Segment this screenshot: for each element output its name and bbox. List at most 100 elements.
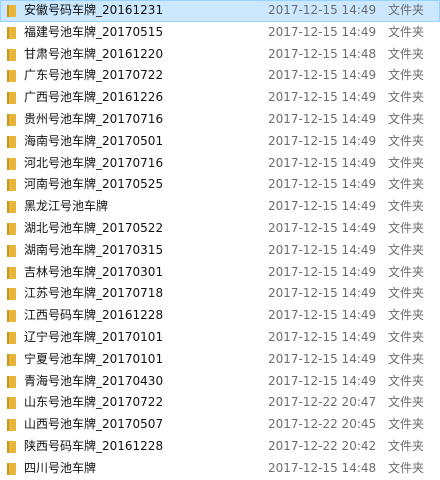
folder-icon <box>7 201 16 214</box>
file-row[interactable]: 宁夏号池车牌_20170101 2017-12-15 14:49 文件夹 <box>0 349 440 371</box>
file-row[interactable]: 福建号池车牌_20170515 2017-12-15 14:49 文件夹 <box>0 22 440 44</box>
modified-date: 2017-12-15 14:49 <box>268 111 377 126</box>
file-type: 文件夹 <box>388 220 425 235</box>
file-type: 文件夹 <box>388 111 425 126</box>
modified-date: 2017-12-15 14:49 <box>268 3 377 17</box>
modified-date: 2017-12-15 14:49 <box>268 90 377 105</box>
file-name: 河北号池车牌_20170716 <box>24 155 164 170</box>
file-type: 文件夹 <box>388 373 425 388</box>
folder-icon <box>7 331 16 344</box>
file-row[interactable]: 江苏号池车牌_20170718 2017-12-15 14:49 文件夹 <box>0 283 440 305</box>
file-type: 文件夹 <box>388 438 425 453</box>
modified-date: 2017-12-15 14:49 <box>268 133 377 148</box>
file-name: 辽宁号池车牌_20170101 <box>24 329 164 344</box>
folder-icon <box>7 375 16 388</box>
file-type: 文件夹 <box>388 46 425 61</box>
file-type: 文件夹 <box>388 133 425 148</box>
folder-icon <box>7 48 16 61</box>
modified-date: 2017-12-15 14:49 <box>268 329 377 344</box>
folder-icon <box>7 135 16 148</box>
modified-date: 2017-12-15 14:49 <box>268 177 377 192</box>
modified-date: 2017-12-15 14:49 <box>268 24 377 39</box>
file-row[interactable]: 山西号池车牌_20170507 2017-12-22 20:45 文件夹 <box>0 414 440 436</box>
file-type: 文件夹 <box>388 177 425 192</box>
file-name: 甘肃号池车牌_20161220 <box>24 46 164 61</box>
folder-icon <box>7 5 16 17</box>
file-row[interactable]: 贵州号池车牌_20170716 2017-12-15 14:49 文件夹 <box>0 109 440 131</box>
folder-icon <box>7 157 16 170</box>
modified-date: 2017-12-15 14:49 <box>268 199 377 214</box>
file-row[interactable]: 广西号池车牌_20161226 2017-12-15 14:49 文件夹 <box>0 87 440 109</box>
folder-icon <box>7 397 16 410</box>
file-name: 湖北号池车牌_20170522 <box>24 220 164 235</box>
file-row[interactable]: 青海号池车牌_20170430 2017-12-15 14:49 文件夹 <box>0 371 440 393</box>
file-row[interactable]: 黑龙江号池车牌 2017-12-15 14:49 文件夹 <box>0 196 440 218</box>
folder-icon <box>7 266 16 279</box>
file-name: 湖南号池车牌_20170315 <box>24 242 164 257</box>
file-row[interactable]: 陕西号码车牌_20161228 2017-12-22 20:42 文件夹 <box>0 436 440 458</box>
file-name: 安徽号码车牌_20161231 <box>24 3 164 17</box>
file-type: 文件夹 <box>388 155 425 170</box>
file-type: 文件夹 <box>388 351 425 366</box>
modified-date: 2017-12-15 14:48 <box>268 46 377 61</box>
file-row[interactable]: 河南号池车牌_20170525 2017-12-15 14:49 文件夹 <box>0 174 440 196</box>
folder-icon <box>7 462 16 475</box>
modified-date: 2017-12-15 14:49 <box>268 264 377 279</box>
file-row[interactable]: 湖北号池车牌_20170522 2017-12-15 14:49 文件夹 <box>0 218 440 240</box>
file-name: 江西号码车牌_20161228 <box>24 308 164 323</box>
file-name: 黑龙江号池车牌 <box>24 199 109 214</box>
modified-date: 2017-12-22 20:45 <box>268 417 377 432</box>
modified-date: 2017-12-22 20:42 <box>268 438 377 453</box>
file-type: 文件夹 <box>388 329 425 344</box>
file-name: 贵州号池车牌_20170716 <box>24 111 164 126</box>
file-row[interactable]: 甘肃号池车牌_20161220 2017-12-15 14:48 文件夹 <box>0 44 440 66</box>
file-row[interactable]: 安徽号码车牌_20161231 2017-12-15 14:49 文件夹 <box>0 0 440 22</box>
file-name: 河南号池车牌_20170525 <box>24 177 164 192</box>
file-row[interactable]: 吉林号池车牌_20170301 2017-12-15 14:49 文件夹 <box>0 262 440 284</box>
folder-icon <box>7 26 16 39</box>
file-name: 海南号池车牌_20170501 <box>24 133 164 148</box>
modified-date: 2017-12-15 14:49 <box>268 351 377 366</box>
file-row[interactable]: 河北号池车牌_20170716 2017-12-15 14:49 文件夹 <box>0 153 440 175</box>
file-name: 青海号池车牌_20170430 <box>24 373 164 388</box>
modified-date: 2017-12-15 14:49 <box>268 286 377 301</box>
file-name: 宁夏号池车牌_20170101 <box>24 351 164 366</box>
file-name: 四川号池车牌 <box>24 460 97 475</box>
file-row[interactable]: 江西号码车牌_20161228 2017-12-15 14:49 文件夹 <box>0 305 440 327</box>
file-name: 福建号池车牌_20170515 <box>24 24 164 39</box>
file-type: 文件夹 <box>388 3 425 17</box>
folder-icon <box>7 179 16 192</box>
file-name: 广东号池车牌_20170722 <box>24 68 164 83</box>
folder-icon <box>7 288 16 301</box>
modified-date: 2017-12-22 20:47 <box>268 395 377 410</box>
file-type: 文件夹 <box>388 286 425 301</box>
file-name: 陕西号码车牌_20161228 <box>24 438 164 453</box>
file-type: 文件夹 <box>388 199 425 214</box>
file-row[interactable]: 广东号池车牌_20170722 2017-12-15 14:49 文件夹 <box>0 65 440 87</box>
file-type: 文件夹 <box>388 264 425 279</box>
file-list: 安徽号码车牌_20161231 2017-12-15 14:49 文件夹 福建号池车牌… <box>0 0 440 480</box>
file-type: 文件夹 <box>388 417 425 432</box>
file-row[interactable]: 山东号池车牌_20170722 2017-12-22 20:47 文件夹 <box>0 392 440 414</box>
file-type: 文件夹 <box>388 24 425 39</box>
file-type: 文件夹 <box>388 242 425 257</box>
folder-icon <box>7 92 16 105</box>
file-row[interactable]: 湖南号池车牌_20170315 2017-12-15 14:49 文件夹 <box>0 240 440 262</box>
file-row[interactable]: 辽宁号池车牌_20170101 2017-12-15 14:49 文件夹 <box>0 327 440 349</box>
file-name: 吉林号池车牌_20170301 <box>24 264 164 279</box>
file-row[interactable]: 四川号池车牌 2017-12-15 14:48 文件夹 <box>0 458 440 480</box>
folder-icon <box>7 310 16 323</box>
folder-icon <box>7 222 16 235</box>
file-type: 文件夹 <box>388 460 425 475</box>
file-type: 文件夹 <box>388 90 425 105</box>
modified-date: 2017-12-15 14:49 <box>268 68 377 83</box>
file-type: 文件夹 <box>388 395 425 410</box>
modified-date: 2017-12-15 14:48 <box>268 460 377 475</box>
file-name: 山东号池车牌_20170722 <box>24 395 164 410</box>
file-row[interactable]: 海南号池车牌_20170501 2017-12-15 14:49 文件夹 <box>0 131 440 153</box>
file-type: 文件夹 <box>388 308 425 323</box>
file-name: 江苏号池车牌_20170718 <box>24 286 164 301</box>
file-name: 广西号池车牌_20161226 <box>24 90 164 105</box>
folder-icon <box>7 244 16 257</box>
folder-icon <box>7 113 16 126</box>
